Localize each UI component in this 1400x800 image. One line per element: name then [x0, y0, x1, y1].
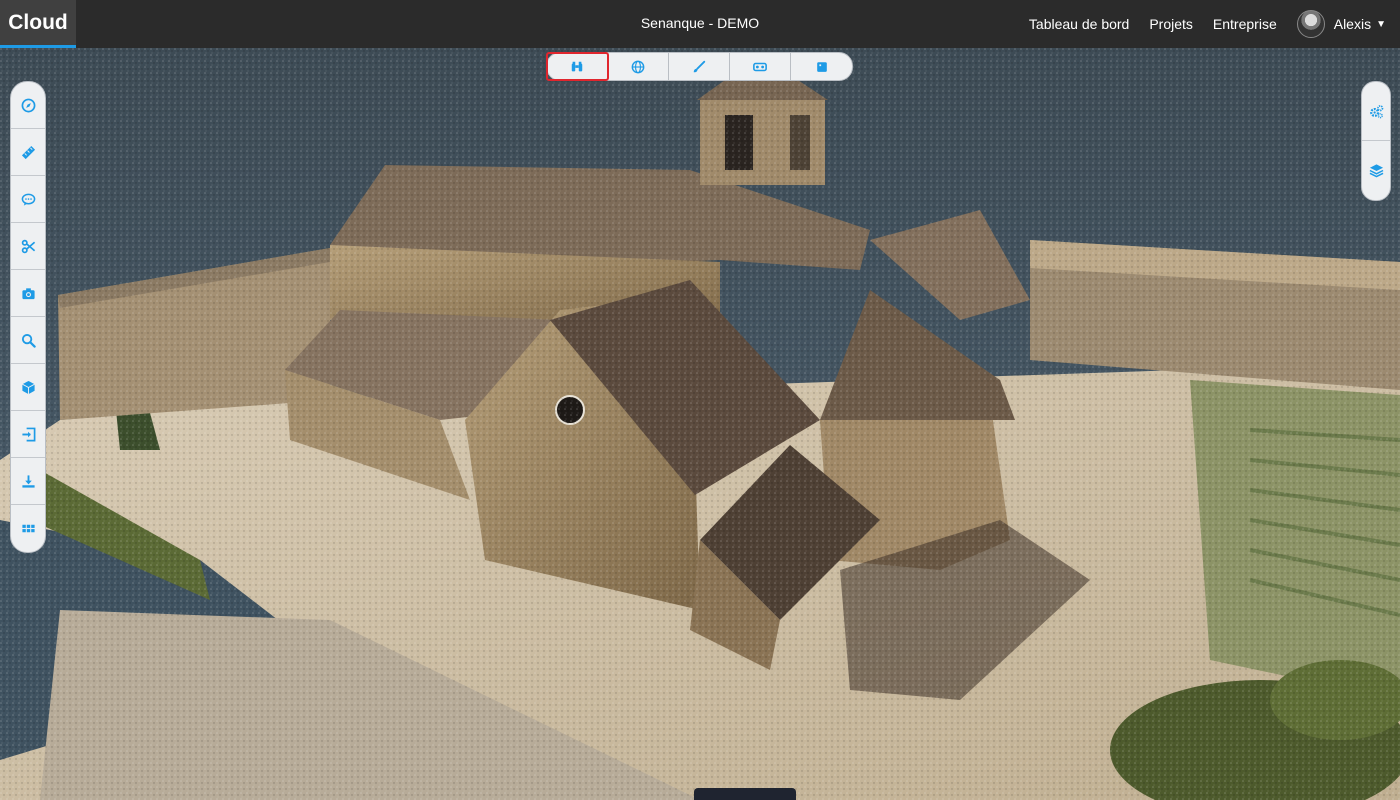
- comment-icon: [21, 193, 35, 206]
- vr-button[interactable]: [730, 53, 791, 80]
- import-icon: [21, 427, 35, 441]
- volume-button[interactable]: [11, 364, 45, 411]
- avatar: [1296, 10, 1325, 38]
- point-cloud-scene: [0, 48, 1400, 800]
- layers-button[interactable]: [1362, 141, 1390, 200]
- nav-link-company[interactable]: Entreprise: [1213, 16, 1277, 32]
- chevron-down-icon: ▼: [1376, 18, 1386, 30]
- camera-icon: [21, 287, 35, 299]
- import-button[interactable]: [11, 411, 45, 458]
- square-icon: [816, 61, 827, 72]
- screenshot-button[interactable]: [11, 270, 45, 317]
- nav-link-dashboard[interactable]: Tableau de bord: [1029, 16, 1129, 32]
- layers-icon: [1369, 164, 1383, 178]
- grid-icon: [21, 524, 35, 533]
- ruler-icon: [21, 145, 35, 159]
- settings-button[interactable]: [1362, 82, 1390, 141]
- bottom-panel-handle[interactable]: [694, 788, 796, 800]
- apps-button[interactable]: [11, 505, 45, 552]
- download-button[interactable]: [11, 458, 45, 505]
- clip-button[interactable]: [11, 223, 45, 270]
- brush-button[interactable]: [669, 53, 730, 80]
- user-menu[interactable]: Alexis ▼: [1296, 10, 1386, 38]
- point-cloud-viewport[interactable]: [0, 48, 1400, 800]
- download-icon: [21, 474, 35, 488]
- tools-sidebar: [10, 81, 46, 553]
- cube-icon: [21, 380, 35, 394]
- navigation-button[interactable]: [11, 82, 45, 129]
- settings-sidebar: [1361, 81, 1391, 201]
- search-icon: [21, 333, 36, 348]
- binoculars-icon: [571, 61, 583, 71]
- search-button[interactable]: [11, 317, 45, 364]
- cogs-icon: [1369, 104, 1383, 118]
- square-button[interactable]: [791, 53, 852, 80]
- scissors-icon: [21, 239, 35, 253]
- brush-icon: [693, 60, 706, 72]
- nav-menu: Tableau de bord Projets Entreprise Alexi…: [1009, 0, 1386, 48]
- measure-button[interactable]: [11, 129, 45, 176]
- vr-headset-icon: [753, 62, 767, 71]
- binoculars-button[interactable]: [546, 52, 609, 81]
- globe-button[interactable]: [608, 53, 669, 80]
- compass-icon: [21, 98, 35, 112]
- annotation-button[interactable]: [11, 176, 45, 223]
- top-navbar: Cloud Senanque - DEMO Tableau de bord Pr…: [0, 0, 1400, 48]
- nav-link-projects[interactable]: Projets: [1149, 16, 1193, 32]
- user-name: Alexis: [1333, 16, 1372, 32]
- globe-icon: [631, 60, 645, 73]
- view-mode-toolbar: [546, 52, 853, 81]
